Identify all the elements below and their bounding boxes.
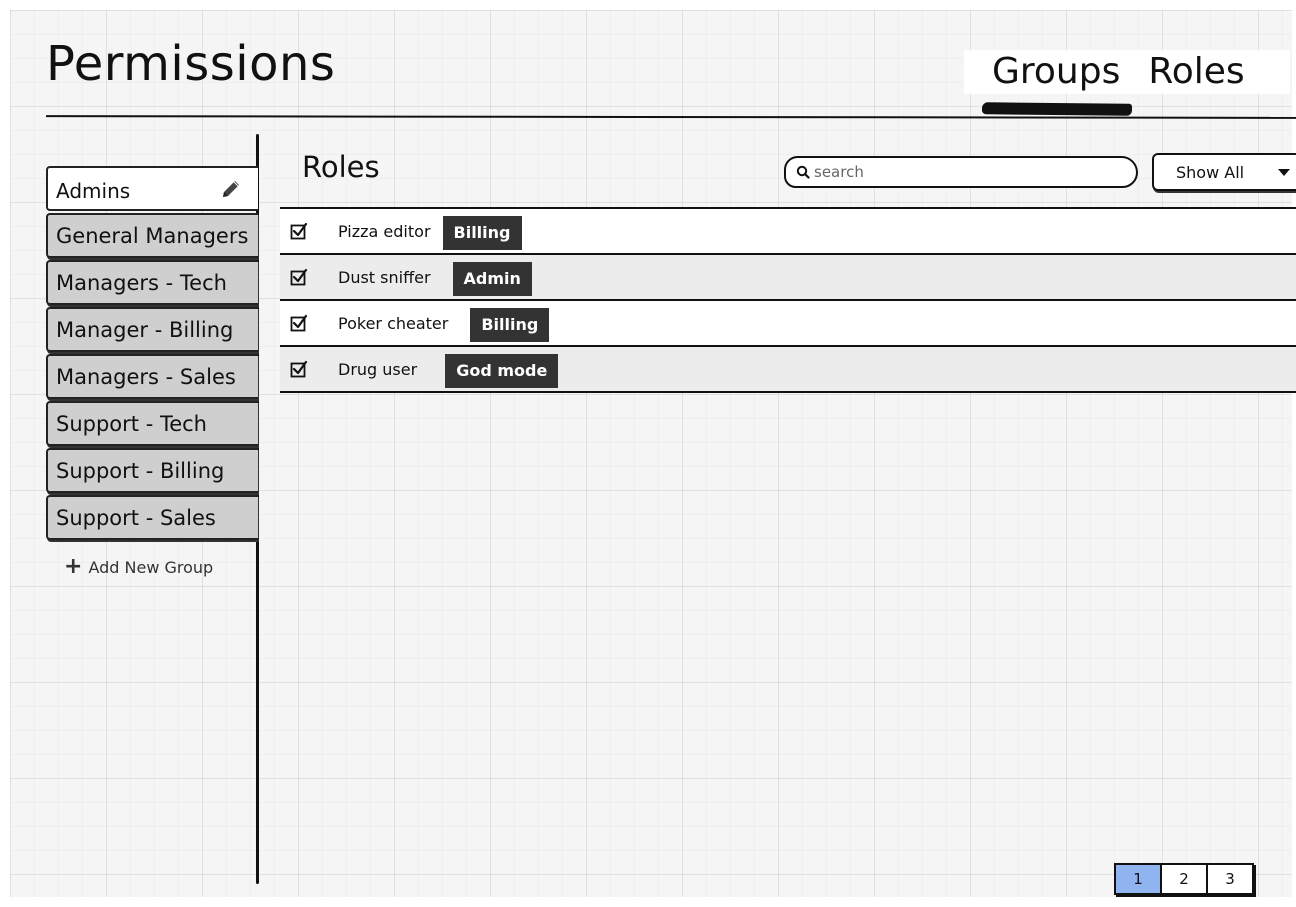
search-input[interactable] [814,163,1104,181]
group-item-managers-tech[interactable]: Managers - Tech [46,260,258,305]
table-row: Poker cheater Billing [280,301,1296,347]
group-item-label: Support - Tech [56,411,207,436]
checkbox-icon[interactable] [290,268,308,286]
group-item-support-tech[interactable]: Support - Tech [46,401,258,446]
search-field[interactable] [784,156,1138,188]
filter-selected-value: Show All [1176,162,1245,182]
group-item-label: Support - Sales [56,505,216,530]
role-name: Drug user [338,359,418,379]
caret-down-icon [1278,168,1290,176]
role-tag: God mode [445,354,559,388]
role-name: Pizza editor [338,221,431,241]
header-divider [45,115,1296,119]
checkbox-icon[interactable] [290,222,308,240]
group-item-label: Manager - Billing [56,317,234,342]
group-item-manager-billing[interactable]: Manager - Billing [46,307,258,352]
pencil-icon[interactable] [220,178,242,200]
tab-roles[interactable]: Roles [1134,54,1258,90]
group-item-label: Managers - Sales [56,364,236,389]
plus-icon: + [64,554,83,579]
tab-groups[interactable]: Groups [978,54,1134,90]
role-tag: Billing [442,216,522,250]
group-item-label: Admins [56,178,131,203]
checkbox-icon[interactable] [290,314,308,332]
active-tab-indicator [981,102,1133,116]
group-item-support-sales[interactable]: Support - Sales [46,495,258,540]
role-tag: Billing [470,308,550,342]
group-item-label: General Managers [56,223,249,248]
table-row: Pizza editor Billing [280,209,1296,255]
group-item-managers-sales[interactable]: Managers - Sales [46,354,258,399]
role-name: Poker cheater [338,313,449,333]
pagination: 1 2 3 [1114,863,1254,895]
checkbox-icon[interactable] [290,360,308,378]
page-title: Permissions [46,36,336,92]
group-item-general-managers[interactable]: General Managers [46,213,258,258]
group-item-label: Managers - Tech [56,270,227,295]
page-button-1[interactable]: 1 [1116,865,1162,893]
page-button-3[interactable]: 3 [1208,865,1252,893]
group-item-label: Support - Billing [56,458,225,483]
filter-dropdown[interactable]: Show All [1152,153,1296,191]
group-item-admins[interactable]: Admins [46,166,258,211]
wireframe-canvas: Permissions Groups Roles Admins General … [10,10,1296,897]
group-item-support-billing[interactable]: Support - Billing [46,448,258,493]
add-group-button[interactable]: + Add New Group [64,556,213,578]
table-row: Dust sniffer Admin [280,255,1296,301]
search-icon [796,165,810,179]
role-name: Dust sniffer [338,267,431,287]
group-list: Admins General Managers Managers - Tech … [46,166,258,542]
page-button-2[interactable]: 2 [1162,865,1208,893]
section-title: Roles [302,150,380,184]
table-row: Drug user God mode [280,347,1296,393]
roles-table: Pizza editor Billing Dust sniffer Admin … [280,207,1296,393]
top-tabs: Groups Roles [964,50,1290,94]
add-group-label: Add New Group [88,557,214,577]
role-tag: Admin [452,262,532,296]
